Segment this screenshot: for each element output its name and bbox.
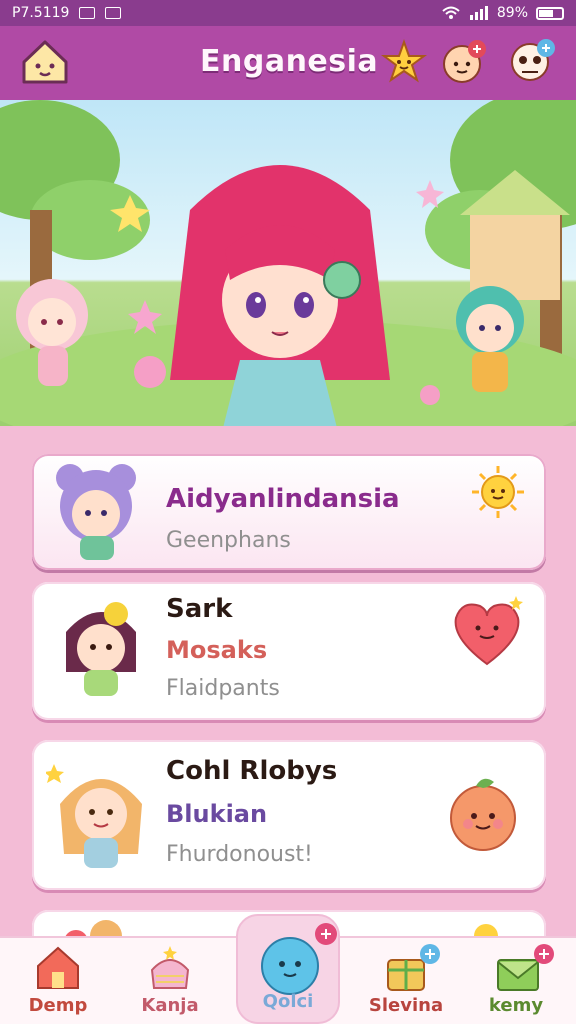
hero-banner[interactable] [0,100,576,426]
character-meta: Flaidpants [166,676,280,701]
character-meta: Geenphans [166,528,291,553]
battery-icon [536,6,564,20]
character-name: Cohl Rlobys [166,756,338,786]
notification-badge-icon [315,923,337,945]
nav-item-center[interactable]: Qolci [236,914,340,1024]
nav-item-kemy[interactable]: kemy [466,938,566,1024]
app-header: Enganesia [0,26,576,100]
status-bar: P7.5119 89% [0,0,576,26]
wifi-icon [442,6,460,19]
cake-icon [150,946,190,989]
character-meta: Fhurdonoust! [166,842,313,867]
signal-icon [469,6,488,20]
character-subtitle: Mosaks [166,636,268,664]
status-time: P7.5119 [12,5,70,21]
nav-label: kemy [488,995,544,1016]
character-name: Sark [166,594,233,624]
star-icon[interactable] [380,38,428,86]
skull-icon[interactable] [508,38,556,86]
nav-item-home[interactable]: Demp [8,938,108,1024]
home-button[interactable] [20,38,70,86]
character-list[interactable]: Aidyanlindansia Geenphans Sark Mosaks Fl… [0,426,576,936]
nav-label: Qolci [262,991,314,1012]
profile-face-icon[interactable] [440,38,488,86]
flower-icon [474,924,498,936]
peach-icon [450,778,516,851]
nav-label: Slevina [368,995,444,1016]
bottom-navigation: Demp Kanja Qolci Slevina kemy [0,914,576,1024]
nav-item-kanja[interactable]: Kanja [120,938,220,1024]
nav-item-slevina[interactable]: Slevina [356,938,456,1024]
page-title: Enganesia [200,44,379,79]
hero-illustration [0,100,576,426]
nav-label: Demp [28,995,88,1016]
character-card-2[interactable]: Sark Mosaks Flaidpants [32,582,546,720]
envelope-icon [497,944,554,991]
blob-face-icon [261,937,319,995]
house-icon [37,946,79,989]
notification-icon [79,7,96,19]
character-name: Aidyanlindansia [166,484,400,514]
gift-box-icon [387,944,440,991]
character-subtitle: Blukian [166,800,268,828]
character-avatar [46,764,142,868]
sun-icon [472,466,524,518]
battery-percent: 89% [496,5,528,21]
heart-icon [454,596,523,666]
character-avatar [66,602,136,696]
character-avatar [65,920,122,936]
character-card-1[interactable]: Aidyanlindansia Geenphans [32,454,546,570]
character-card-3[interactable]: Cohl Rlobys Blukian Fhurdonoust! [32,740,546,890]
nav-label: Kanja [141,995,199,1016]
storage-icon [105,7,122,19]
character-avatar [56,464,136,560]
